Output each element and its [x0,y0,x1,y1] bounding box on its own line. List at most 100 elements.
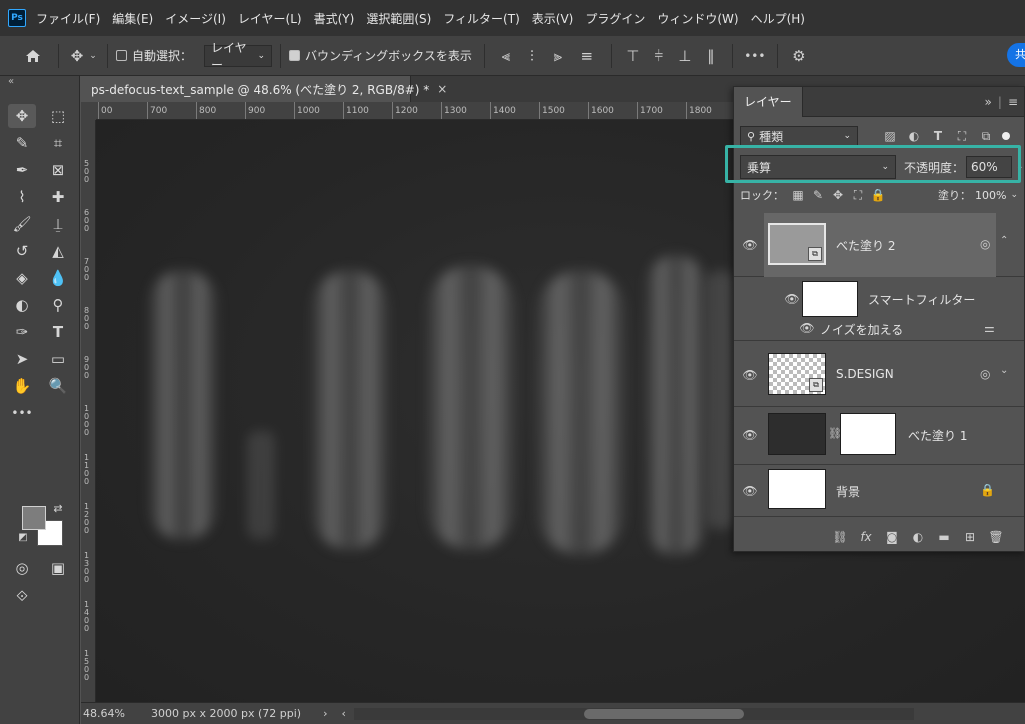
brush-tool-button[interactable]: 🖌 [8,212,36,236]
eye-icon[interactable]: 👁 [784,291,800,307]
frame-tool-button[interactable]: ⊠ [44,158,72,182]
collapse-icon[interactable]: « [8,76,14,87]
smudge-tool-button[interactable]: ⚲ [44,293,72,317]
filter-options-icon[interactable]: ⚌ [984,321,995,335]
document-tab[interactable]: ps-defocus-text_sample @ 48.6% (べた塗り 2, … [81,76,447,102]
layer-row[interactable]: 👁 ⧉ S.DESIGN ◎ ⌄ [734,341,1024,407]
horizontal-scrollbar[interactable] [353,707,914,720]
align-left-icon[interactable]: ⫷ [493,47,519,65]
eye-icon[interactable]: 👁 [742,237,758,253]
auto-select-target-dropdown[interactable]: レイヤー ⌄ [204,41,273,72]
layers-tab[interactable]: レイヤー [734,86,803,117]
path-select-tool-button[interactable]: ➤ [8,347,36,371]
marquee-tool-button[interactable]: ⬚ [44,104,72,128]
quick-select-tool-button[interactable]: ✎ [8,131,36,155]
menu-plugins[interactable]: プラグイン [585,10,645,27]
status-menu-chevron-icon[interactable]: › [323,707,327,720]
eye-icon[interactable]: 👁 [742,427,758,443]
menu-file[interactable]: ファイル(F) [36,10,100,27]
fill-value[interactable]: 100% [975,189,1006,202]
more-options-icon[interactable]: ••• [741,49,769,63]
filter-adjustment-icon[interactable]: ◐ [906,128,922,144]
dodge-tool-button[interactable]: ◐ [8,293,36,317]
auto-select-checkbox[interactable] [116,50,127,61]
distribute-v-icon[interactable]: ∥ [698,47,724,65]
align-middle-v-icon[interactable]: ⫩ [646,47,672,65]
eyedropper-tool-button[interactable]: ⌇ [8,185,36,209]
gear-icon[interactable]: ⚙ [786,47,812,65]
smart-filter-row[interactable]: 👁 スマートフィルター 👁 ノイズを加える ⚌ [734,277,1024,341]
align-right-icon[interactable]: ⫸ [545,47,571,65]
panel-collapse-icon[interactable]: » [985,95,992,109]
paint-bucket-tool-button[interactable]: ◈ [8,266,36,290]
layer-filter-kind-dropdown[interactable]: ⚲ 種類 ⌄ [740,126,858,146]
stamp-tool-button[interactable]: ⍊ [44,212,72,236]
lock-image-icon[interactable]: ✎ [810,187,826,203]
chevron-up-icon[interactable]: ⌃ [1000,235,1008,246]
eye-icon[interactable]: 👁 [799,321,814,335]
fx-icon[interactable]: fx [858,529,874,545]
eye-icon[interactable]: 👁 [742,367,758,383]
pen-tool-button[interactable]: ✑ [8,320,36,344]
filter-type-icon[interactable]: T [930,128,946,144]
history-brush-tool-button[interactable]: ↺ [8,239,36,263]
swap-colors-icon[interactable]: ⇄ [50,500,66,516]
default-colors-icon[interactable]: ◩ [16,530,30,544]
menu-edit[interactable]: 編集(E) [112,10,153,27]
zoom-level[interactable]: 48.64% [83,707,143,720]
link-layers-icon[interactable]: ⛓ [832,529,848,545]
menu-type[interactable]: 書式(Y) [314,10,355,27]
scrollbar-thumb[interactable] [583,708,744,719]
new-layer-icon[interactable]: ⊞ [962,529,978,545]
filter-smart-object-icon[interactable]: ⧉ [978,128,994,144]
hand-tool-button[interactable]: ✋ [8,374,36,398]
adjustment-layer-icon[interactable]: ◐ [910,529,926,545]
filter-pixel-icon[interactable]: ▨ [882,128,898,144]
lock-position-icon[interactable]: ✥ [830,187,846,203]
menu-window[interactable]: ウィンドウ(W) [657,10,738,27]
share-button[interactable]: 共 [1007,43,1025,67]
bounding-box-checkbox[interactable] [289,50,301,61]
lock-transparency-icon[interactable]: ▦ [790,187,806,203]
align-bottom-icon[interactable]: ⊥ [672,47,698,65]
menu-select[interactable]: 選択範囲(S) [366,10,431,27]
more-tools-icon[interactable]: ••• [8,401,36,425]
align-center-h-icon[interactable]: ⫶ [519,47,545,65]
chevron-down-icon[interactable]: ⌄ [1000,365,1008,376]
move-tool-icon[interactable]: ✥ [67,47,87,65]
distribute-h-icon[interactable]: ≡ [571,47,603,65]
lock-icon[interactable]: 🔒 [980,483,995,497]
chevron-down-icon[interactable]: ⌄ [1010,190,1018,200]
menu-layer[interactable]: レイヤー(L) [238,10,302,27]
blur-tool-button[interactable]: 💧 [44,266,72,290]
layer-row[interactable]: 👁 ⛓ べた塗り 1 [734,407,1024,465]
move-tool-button[interactable]: ✥ [8,104,36,128]
eraser-tool-button[interactable]: ◭ [44,239,72,263]
lock-artboard-icon[interactable]: ⛶ [850,187,866,203]
align-top-icon[interactable]: ⊤ [620,47,646,65]
menu-view[interactable]: 表示(V) [532,10,574,27]
layer-row[interactable]: 👁 ⧉ べた塗り 2 ◎ ⌃ [734,213,1024,277]
crop-tool-button[interactable]: ⌗ [44,131,72,155]
scroll-left-icon[interactable]: ‹ [341,707,345,720]
eye-icon[interactable]: 👁 [742,483,758,499]
quick-mask-icon[interactable]: ◎ [8,556,36,580]
type-tool-button[interactable]: T [44,320,72,344]
layer-row[interactable]: 👁 背景 🔒 [734,465,1024,517]
filter-toggle-icon[interactable] [1002,132,1010,140]
pen-draw-tool-button[interactable]: ✒ [8,158,36,182]
home-icon[interactable] [22,48,44,64]
panel-menu-icon[interactable]: ≡ [1008,95,1018,109]
lock-all-icon[interactable]: 🔒 [870,187,886,203]
generative-icon[interactable]: ⟐ [8,584,36,608]
menu-filter[interactable]: フィルター(T) [443,10,519,27]
close-icon[interactable]: × [437,82,447,96]
menu-help[interactable]: ヘルプ(H) [751,10,805,27]
menu-image[interactable]: イメージ(I) [165,10,226,27]
add-mask-icon[interactable]: ◙ [884,529,900,545]
rectangle-tool-button[interactable]: ▭ [44,347,72,371]
healing-tool-button[interactable]: ✚ [44,185,72,209]
zoom-tool-button[interactable]: 🔍 [44,374,72,398]
chevron-down-icon[interactable]: ⌄ [87,51,99,61]
trash-icon[interactable]: 🗑 [988,529,1004,545]
